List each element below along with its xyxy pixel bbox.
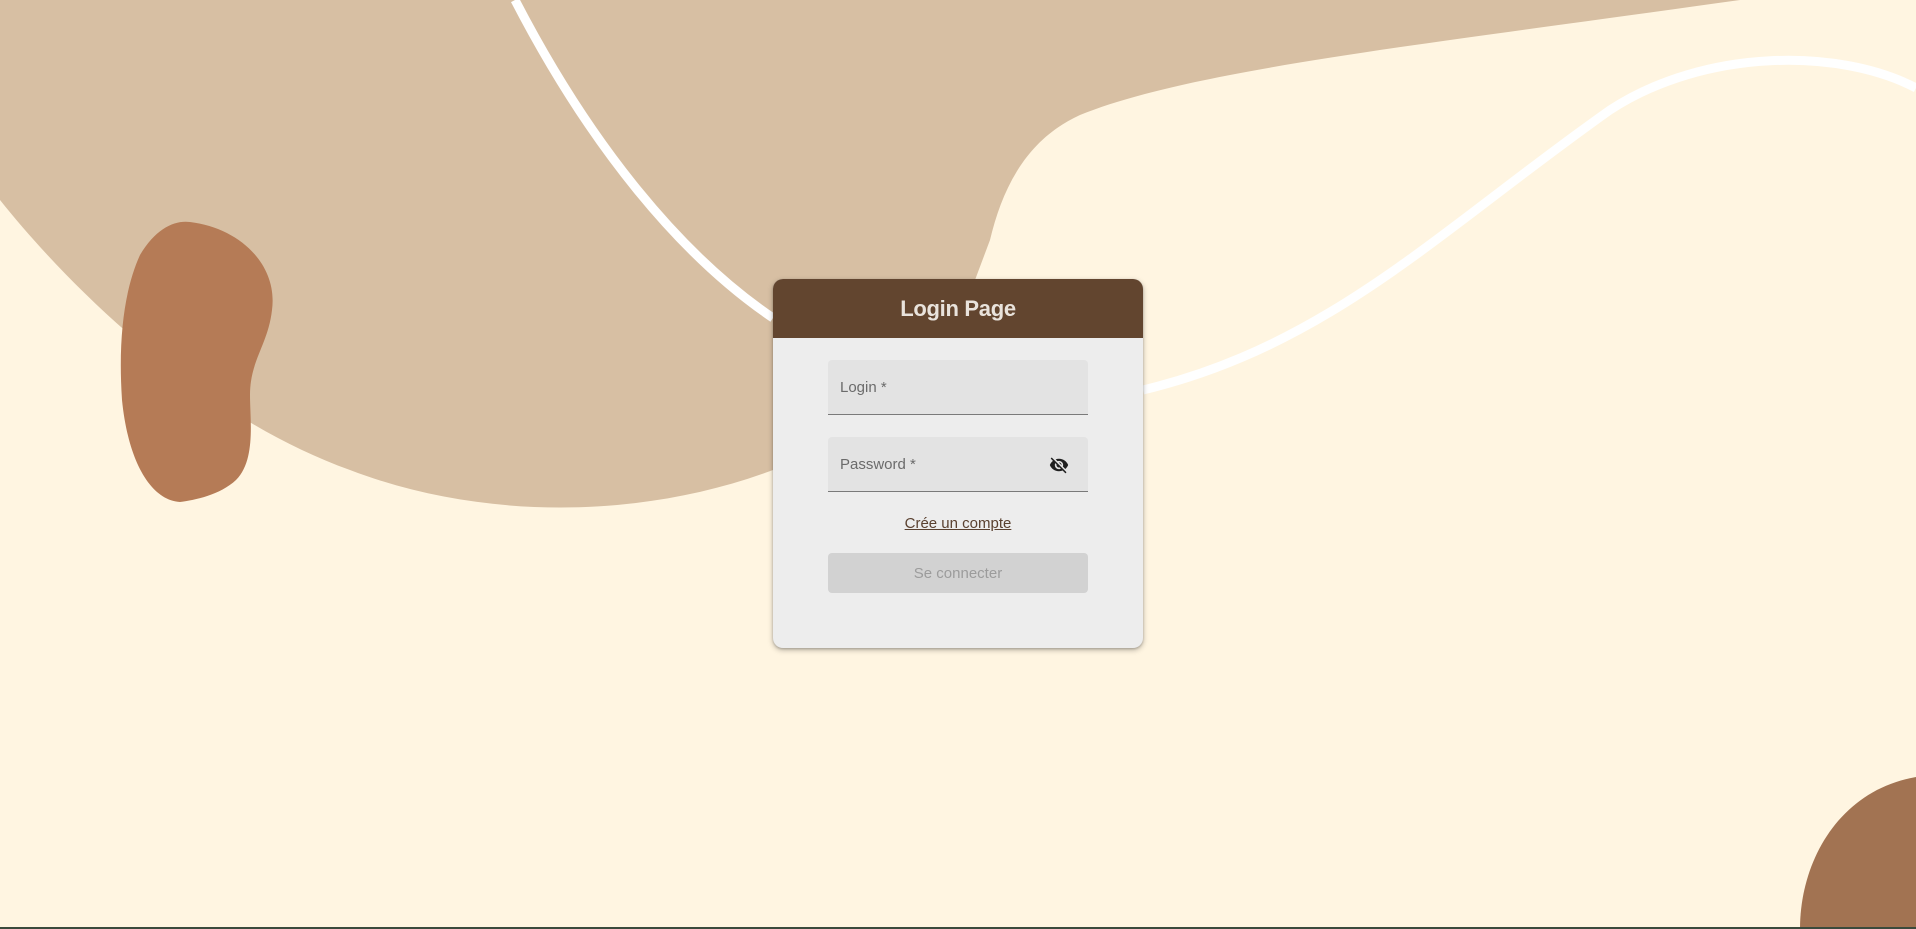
eye-off-icon[interactable] xyxy=(1048,455,1070,475)
page-title: Login Page xyxy=(900,295,1016,321)
login-input[interactable] xyxy=(828,360,1088,414)
login-card-header: Login Page xyxy=(773,279,1143,338)
background-white-curve-right xyxy=(1141,55,1916,395)
background-brown-blob-corner xyxy=(1800,777,1916,929)
login-field[interactable] xyxy=(828,360,1088,415)
create-account-link[interactable]: Crée un compte xyxy=(773,515,1143,532)
password-field[interactable] xyxy=(828,437,1088,492)
login-page: Login Page Crée un compte Se connecter xyxy=(0,0,1916,929)
background-brown-blob-left xyxy=(120,221,273,502)
login-button[interactable]: Se connecter xyxy=(828,553,1088,593)
login-card: Login Page Crée un compte Se connecter xyxy=(773,279,1143,648)
